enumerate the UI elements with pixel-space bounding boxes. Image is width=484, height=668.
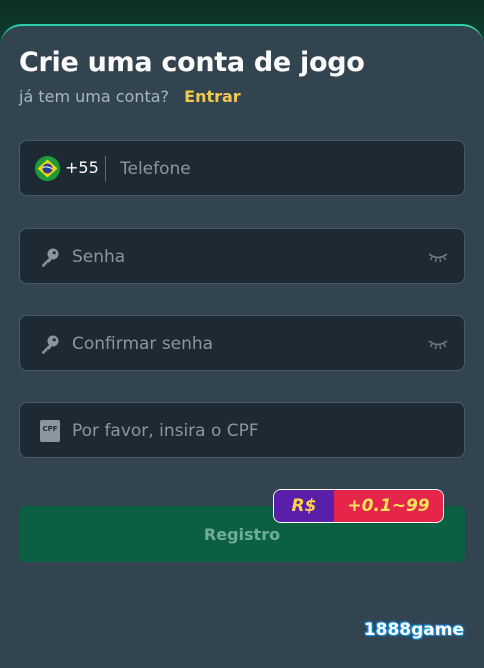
password-input[interactable] — [70, 229, 414, 285]
country-code-divider — [105, 156, 106, 182]
cpf-input[interactable] — [70, 403, 414, 459]
key-icon — [42, 335, 59, 354]
login-link[interactable]: Entrar — [184, 87, 241, 106]
brand-watermark: 1888game — [363, 620, 464, 640]
phone-field[interactable]: +55 — [19, 140, 465, 197]
promo-amount: +0.1~99 — [334, 490, 443, 522]
confirm-password-input[interactable] — [70, 316, 414, 372]
login-prompt: já tem uma conta? Entrar — [19, 87, 241, 106]
country-code[interactable]: +55 — [65, 158, 99, 177]
promo-badge[interactable]: R$ +0.1~99 — [273, 489, 444, 523]
phone-input[interactable] — [118, 141, 442, 197]
cpf-card-icon: CPF — [40, 420, 60, 442]
login-prompt-text: já tem uma conta? — [19, 87, 170, 106]
cpf-field[interactable]: CPF — [19, 402, 465, 459]
password-field[interactable] — [19, 228, 465, 285]
eye-closed-icon[interactable] — [428, 338, 448, 350]
brazil-flag-icon — [35, 156, 60, 181]
key-icon — [42, 248, 59, 267]
promo-currency: R$ — [274, 490, 334, 522]
page-title: Crie uma conta de jogo — [19, 47, 365, 78]
confirm-password-field[interactable] — [19, 315, 465, 372]
cpf-icon-label: CPF — [42, 425, 58, 433]
eye-closed-icon[interactable] — [428, 251, 448, 263]
